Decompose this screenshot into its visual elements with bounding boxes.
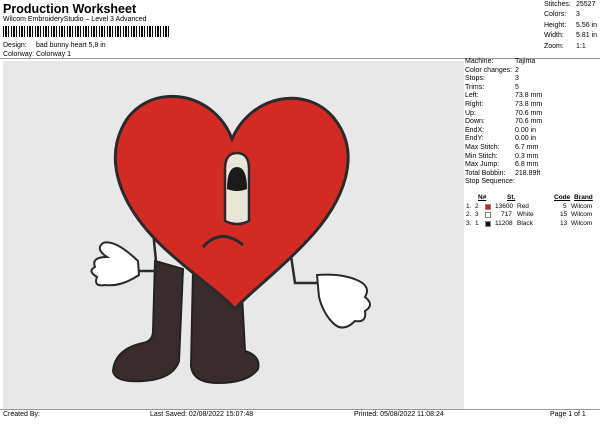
colorway-label: Colorway:	[3, 51, 35, 58]
summary-stitches: Stitches: 25527	[544, 1, 596, 8]
design-label: Design:	[3, 42, 27, 49]
footer-printed: Printed: 05/08/2022 11:08:24	[354, 411, 444, 418]
info-endx: EndX: 0.00 in	[465, 126, 537, 134]
footer-page: Page 1 of 1	[550, 411, 586, 418]
summary-colors: Colors: 3	[544, 11, 580, 19]
summary-box: Stitches: 25527 Colors: 3 Height: 5.56 in W…	[544, 1, 600, 53]
info-stops: Stops: 3	[465, 75, 519, 83]
left-hand	[90, 241, 141, 287]
table-row: 1. 2 13600 Red 5 Wilcom	[466, 202, 593, 210]
info-total-bobbin: Total Bobbin: 218.89ft	[465, 169, 541, 177]
design-value: bad bunny heart 5,8 in	[36, 42, 106, 49]
info-min-stitch: Min Stitch: 0.3 mm	[465, 152, 539, 160]
info-down: Down: 70.6 mm	[465, 118, 543, 126]
info-max-jump: Max Jump: 6.8 mm	[465, 161, 539, 169]
info-machine: Machine: Tajima	[465, 58, 536, 65]
heart-embroidery-illustration	[90, 94, 371, 385]
info-up: Up: 70.6 mm	[465, 109, 543, 117]
barcode	[3, 26, 171, 37]
design-row: Design: bad bunny heart 5,8 in	[3, 42, 106, 49]
info-left: Left: 73.8 mm	[465, 92, 543, 100]
table-row: 2. 3 717 White 15 Wilcom	[466, 211, 593, 219]
info-right: Right: 73.8 mm	[465, 100, 543, 108]
colorway-value: Colorway 1	[36, 51, 72, 58]
color-swatch	[485, 212, 491, 219]
summary-zoom: Zoom: 1:1	[544, 42, 586, 50]
footer-saved: Last Saved: 02/08/2022 15:07:48	[150, 411, 254, 418]
table-row: 3. 1 11208 Black 13 Wilcom	[466, 219, 593, 227]
page-title: Production Worksheet	[3, 2, 137, 16]
color-swatch	[485, 220, 491, 227]
info-trims: Trims: 5	[465, 83, 519, 91]
design-preview	[3, 61, 464, 409]
summary-height: Height: 5.56 in	[544, 21, 598, 29]
info-endy: EndY: 0.00 in	[465, 135, 537, 143]
stop-table-header: N# St. Code Brand	[478, 194, 593, 201]
machine-info-panel: Machine: Tajima Color changes: 2 Stops: 3 T…	[465, 58, 600, 187]
footer-divider	[0, 409, 600, 410]
colorway-row: Colorway: Colorway 1	[3, 51, 71, 58]
summary-width: Width: 5.81 in	[544, 32, 598, 40]
color-swatch	[485, 203, 491, 210]
right-hand	[315, 273, 371, 329]
software-subtitle: Wilcom EmbroideryStudio – Level 3 Advanc…	[3, 16, 147, 23]
stop-sequence-title: Stop Sequence:	[465, 178, 515, 186]
info-max-stitch: Max Stitch: 6.7 mm	[465, 143, 539, 151]
footer-created: Created By:	[3, 411, 40, 418]
info-color-changes: Color changes: 2	[465, 66, 519, 74]
stop-sequence-table: N# St. Code Brand 1. 2 13600 Red 5 Wilco…	[465, 194, 600, 228]
